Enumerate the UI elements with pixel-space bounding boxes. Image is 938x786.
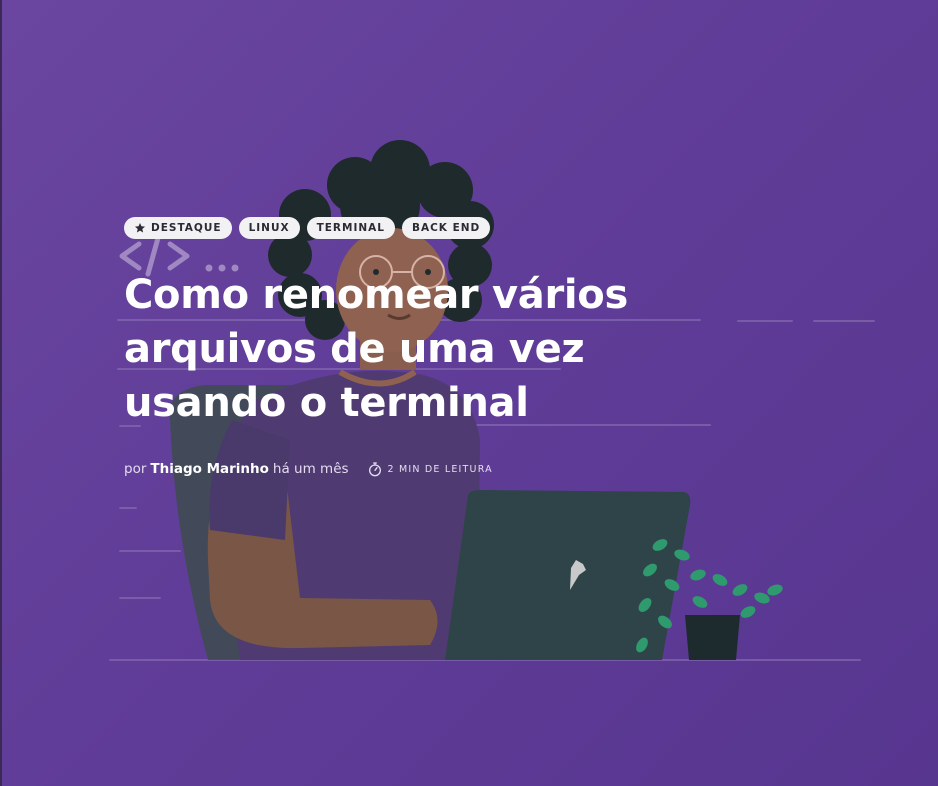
stopwatch-icon [368, 462, 381, 477]
tag-list: DESTAQUE LINUX TERMINAL BACK END [124, 217, 491, 239]
tag-back-end[interactable]: BACK END [401, 217, 491, 239]
left-border [0, 0, 2, 786]
hero-banner: DESTAQUE LINUX TERMINAL BACK END Como re… [0, 0, 938, 786]
tag-label: BACK END [411, 222, 481, 234]
tag-linux[interactable]: LINUX [238, 217, 300, 239]
tag-label: LINUX [248, 222, 290, 234]
tag-label: TERMINAL [316, 222, 385, 234]
by-label: por [124, 461, 147, 477]
tag-terminal[interactable]: TERMINAL [306, 217, 395, 239]
tag-destaque[interactable]: DESTAQUE [124, 217, 232, 239]
article-meta: por Thiago Marinho há um mês 2 MIN DE LE… [124, 461, 493, 477]
star-icon [135, 223, 145, 233]
reading-time: 2 MIN DE LEITURA [367, 461, 493, 477]
published-time: há um mês [272, 461, 349, 477]
reading-time-label: 2 MIN DE LEITURA [387, 463, 493, 475]
article-title: Como renomear vários arquivos de uma vez… [124, 272, 628, 426]
tag-label: DESTAQUE [151, 222, 222, 234]
author-link[interactable]: Thiago Marinho [150, 461, 269, 477]
